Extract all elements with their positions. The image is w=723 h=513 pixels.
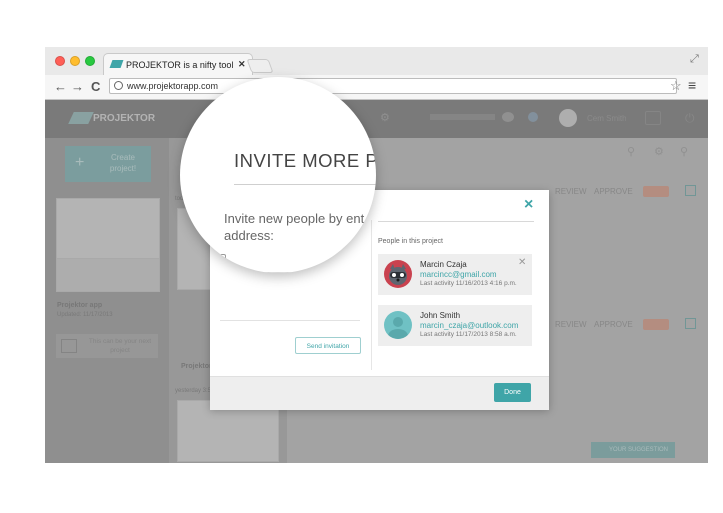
- menu-icon[interactable]: ≡: [688, 77, 696, 93]
- new-tab-button[interactable]: [246, 59, 274, 73]
- bookmark-star-icon[interactable]: ☆: [670, 78, 682, 94]
- title-underline: [378, 221, 534, 222]
- person-avatar: [384, 311, 412, 339]
- invite-label-line1: Invite new people by ent: [224, 211, 365, 226]
- person-card: John Smith marcin_czaja@outlook.com Last…: [378, 305, 532, 346]
- invite-label-line2: address:: [224, 228, 274, 243]
- raccoon-avatar-icon: [389, 264, 407, 285]
- lock-icon: [220, 254, 226, 262]
- url-text: www.projektorapp.com: [127, 81, 219, 91]
- person-name: John Smith: [420, 311, 461, 320]
- person-card: Marcin Czaja marcincc@gmail.com Last act…: [378, 254, 532, 295]
- url-field[interactable]: www.projektorapp.com: [109, 78, 677, 94]
- user-silhouette-icon: [388, 317, 408, 339]
- invite-label: Invite new people by ent address:: [224, 210, 376, 244]
- browser-window: PROJEKTOR is a nifty tool to ✕ ⤢ ← → C w…: [45, 47, 708, 463]
- person-email[interactable]: marcincc@gmail.com: [420, 270, 497, 279]
- modal-close-icon[interactable]: ×: [524, 196, 533, 214]
- minimize-window-button[interactable]: [70, 56, 80, 66]
- app-page: PROJEKTOR ⚙ Cem Smith ⏻ + Create project…: [45, 100, 708, 463]
- magnifier-lens: INVITE MORE PI Invite new people by ent …: [180, 77, 376, 273]
- modal-title: INVITE MORE PI: [234, 150, 376, 171]
- done-button[interactable]: Done: [494, 383, 531, 402]
- browser-tab[interactable]: PROJEKTOR is a nifty tool to ✕: [103, 53, 253, 75]
- person-email[interactable]: marcin_czaja@outlook.com: [420, 321, 518, 330]
- close-window-button[interactable]: [55, 56, 65, 66]
- tab-title: PROJEKTOR is a nifty tool to: [126, 60, 234, 70]
- person-avatar: [384, 260, 412, 288]
- people-label: People in this project: [378, 238, 443, 245]
- globe-icon: [114, 81, 123, 90]
- address-toolbar: ← → C www.projektorapp.com ☆ ≡: [45, 75, 708, 100]
- back-arrow-icon[interactable]: ←: [54, 79, 67, 94]
- reload-icon[interactable]: C: [91, 79, 100, 94]
- forward-arrow-icon[interactable]: →: [71, 79, 84, 94]
- tab-close-icon[interactable]: ✕: [238, 59, 246, 70]
- projektor-favicon-icon: [109, 60, 124, 68]
- email-input[interactable]: [220, 252, 376, 273]
- lens-title-rule: [234, 184, 376, 185]
- fullscreen-icon[interactable]: ⤢: [690, 53, 699, 66]
- maximize-window-button[interactable]: [85, 56, 95, 66]
- send-invitation-button[interactable]: Send invitation: [295, 337, 361, 354]
- person-activity: Last activity 11/16/2013 4:16 p.m.: [420, 280, 517, 287]
- remove-person-icon[interactable]: ✕: [518, 257, 526, 268]
- email-input-line: [220, 320, 360, 321]
- person-name: Marcin Czaja: [420, 260, 467, 269]
- tab-bar: PROJEKTOR is a nifty tool to ✕ ⤢: [45, 47, 708, 75]
- person-activity: Last activity 11/17/2013 8:58 a.m.: [420, 331, 517, 338]
